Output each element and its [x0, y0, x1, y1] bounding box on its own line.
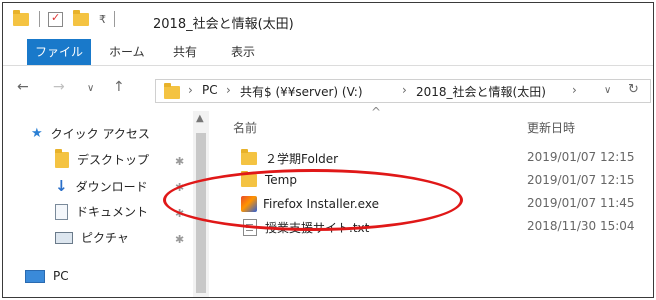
- breadcrumb-chevron-icon[interactable]: ›: [188, 83, 193, 97]
- folder-icon: [13, 9, 29, 26]
- file-date: 2019/01/07 11:45: [527, 196, 635, 210]
- nav-item-label: ドキュメント: [76, 205, 149, 219]
- tab-file[interactable]: ファイル: [27, 39, 91, 65]
- divider: [39, 11, 40, 27]
- list-item[interactable]: Firefox Installer.exe 2019/01/07 11:45: [217, 193, 653, 215]
- file-name-text: Firefox Installer.exe: [263, 197, 379, 211]
- tab-view[interactable]: 表示: [231, 39, 255, 65]
- nav-item-documents[interactable]: ドキュメント: [55, 203, 148, 220]
- nav-item-quick-access[interactable]: ★ クイック アクセス: [31, 125, 150, 142]
- breadcrumb-chevron-icon[interactable]: ›: [572, 83, 577, 97]
- navigation-pane: ★ クイック アクセス デスクトップ ✱ ↓ ダウンロード ✱ ドキュメント ✱…: [3, 111, 211, 297]
- breadcrumb-drive[interactable]: 共有$ (¥¥server) (V:): [240, 83, 363, 100]
- quick-access-toolbar: ✓ ₹: [13, 9, 115, 27]
- file-date: 2018/11/30 15:04: [527, 219, 635, 233]
- file-name-text: 授業支援サイト.txt: [265, 221, 370, 235]
- column-header-date[interactable]: 更新日時: [527, 119, 575, 136]
- explorer-window: ✓ ₹ 2018_社会と情報(太田) ファイル ホーム 共有 表示 ← → ∨ …: [2, 2, 654, 298]
- nav-scrollbar[interactable]: ▲: [193, 111, 209, 297]
- breadcrumb-pc[interactable]: PC: [202, 83, 218, 97]
- folder-icon: [241, 149, 257, 165]
- file-date: 2019/01/07 12:15: [527, 173, 635, 187]
- breadcrumb-chevron-icon[interactable]: ›: [226, 83, 231, 97]
- scroll-up-icon[interactable]: ▲: [196, 113, 204, 124]
- nav-item-label: PC: [53, 269, 69, 283]
- refresh-icon[interactable]: ↻: [628, 82, 639, 97]
- pin-icon[interactable]: ✱: [175, 233, 184, 246]
- nav-item-label: クイック アクセス: [50, 127, 150, 141]
- up-arrow-icon[interactable]: ↑: [113, 79, 125, 95]
- title-bar: ✓ ₹ 2018_社会と情報(太田): [3, 3, 653, 37]
- tab-home[interactable]: ホーム: [109, 39, 145, 65]
- forward-arrow-icon[interactable]: →: [53, 79, 65, 95]
- file-name: Temp: [241, 170, 297, 187]
- nav-item-downloads[interactable]: ↓ ダウンロード: [55, 177, 148, 195]
- document-icon: [55, 203, 68, 220]
- file-name-text: ２学期Folder: [265, 152, 339, 166]
- recent-locations-chevron-icon[interactable]: ∨: [87, 83, 94, 94]
- file-name: 授業支援サイト.txt: [241, 219, 369, 236]
- nav-item-label: ダウンロード: [75, 179, 148, 194]
- file-name: ２学期Folder: [241, 149, 339, 167]
- star-icon: ★: [31, 126, 43, 141]
- navigation-bar: ← → ∨ ↑ › PC › 共有$ (¥¥server) (V:) › 201…: [3, 77, 653, 105]
- properties-icon[interactable]: ✓: [48, 11, 63, 27]
- list-item[interactable]: 授業支援サイト.txt 2018/11/30 15:04: [217, 216, 653, 238]
- ribbon: ファイル ホーム 共有 表示: [3, 39, 653, 66]
- folder-icon: [241, 170, 257, 187]
- nav-item-label: デスクトップ: [77, 153, 150, 167]
- pin-icon[interactable]: ✱: [175, 207, 184, 220]
- breadcrumb-chevron-icon[interactable]: ›: [402, 83, 407, 97]
- tab-share[interactable]: 共有: [173, 39, 197, 65]
- picture-icon: [55, 231, 73, 244]
- pin-icon[interactable]: ✱: [175, 181, 184, 194]
- download-icon: ↓: [55, 177, 68, 195]
- nav-item-label: ピクチャ: [81, 231, 129, 245]
- address-dropdown-icon[interactable]: ∨: [604, 85, 611, 96]
- divider: [114, 11, 115, 27]
- back-arrow-icon[interactable]: ←: [17, 79, 29, 95]
- folder-icon: [164, 83, 180, 99]
- nav-item-pictures[interactable]: ピクチャ: [55, 229, 129, 246]
- new-folder-icon[interactable]: [73, 9, 89, 26]
- breadcrumb-folder[interactable]: 2018_社会と情報(太田): [416, 83, 546, 100]
- folder-icon: [55, 148, 69, 168]
- pin-icon[interactable]: ✱: [175, 155, 184, 168]
- pc-icon: [25, 269, 45, 283]
- window-title: 2018_社会と情報(太田): [153, 17, 294, 32]
- file-list: ^ 名前 更新日時 ２学期Folder 2019/01/07 12:15 Tem…: [217, 105, 653, 297]
- sort-ascending-icon: ^: [371, 105, 382, 119]
- customize-toolbar-icon[interactable]: ₹: [99, 13, 106, 26]
- text-file-icon: [243, 219, 257, 236]
- file-name: Firefox Installer.exe: [241, 196, 379, 212]
- nav-item-pc[interactable]: PC: [25, 269, 69, 283]
- firefox-icon: [241, 196, 257, 212]
- scrollbar-thumb[interactable]: [196, 133, 206, 293]
- column-header-name[interactable]: 名前: [233, 119, 257, 136]
- address-bar[interactable]: › PC › 共有$ (¥¥server) (V:) › 2018_社会と情報(…: [155, 79, 651, 103]
- file-date: 2019/01/07 12:15: [527, 150, 635, 164]
- nav-item-desktop[interactable]: デスクトップ: [55, 148, 150, 168]
- file-name-text: Temp: [265, 173, 297, 187]
- list-item[interactable]: ２学期Folder 2019/01/07 12:15: [217, 147, 653, 169]
- list-item[interactable]: Temp 2019/01/07 12:15: [217, 170, 653, 192]
